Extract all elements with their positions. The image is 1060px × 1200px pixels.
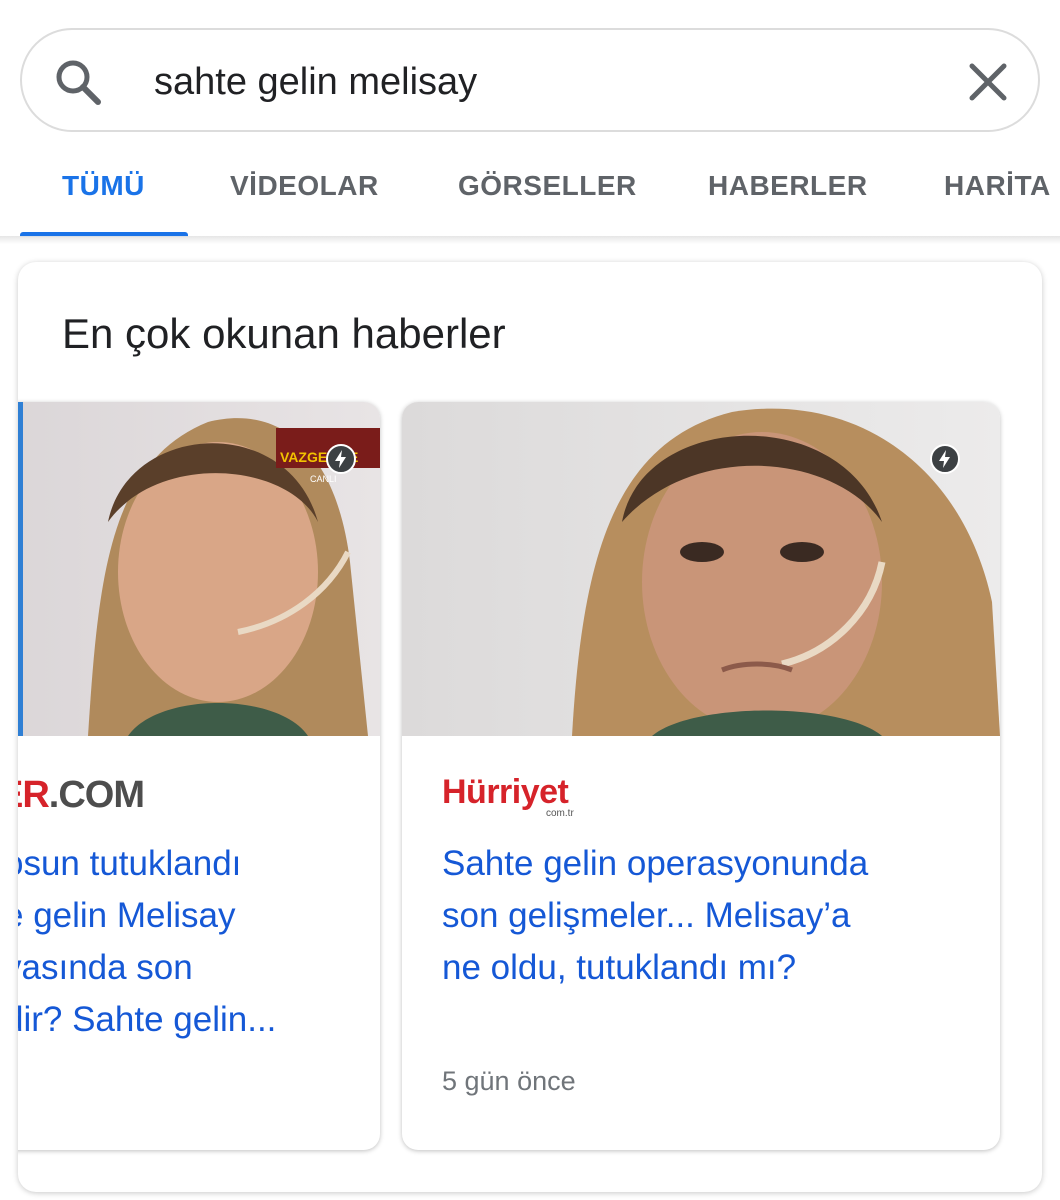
source-logo-domain: com.tr (546, 808, 574, 819)
source-logo-red: ER (18, 774, 50, 816)
search-bar[interactable]: sahte gelin melisay (20, 28, 1040, 132)
source-logo: ER.COM (18, 774, 145, 817)
search-icon[interactable] (52, 56, 104, 108)
tab-images[interactable]: GÖRSELLER (458, 170, 637, 202)
news-card[interactable]: Hürriyet com.tr Sahte gelin operasyonund… (402, 402, 1000, 1150)
image-overlay-text: CANLI (310, 474, 337, 484)
source-logo: Hürriyet com.tr (442, 773, 574, 819)
news-headline[interactable]: osun tutuklandı e gelin Melisay vasında … (18, 838, 364, 1046)
lightning-icon (930, 444, 960, 474)
headline-line: vasında son (18, 948, 193, 987)
search-input[interactable]: sahte gelin melisay (154, 54, 477, 110)
tabs-divider (0, 236, 1060, 244)
headline-line: osun tutuklandı (18, 844, 242, 883)
close-icon[interactable] (966, 60, 1010, 104)
source-logo-name: Hürriyet (442, 773, 569, 811)
publish-time: 5 gün önce (442, 1066, 576, 1096)
top-stories-card: En çok okunan haberler VAZGEÇME CANLI R.… (18, 262, 1042, 1192)
headline-line: ne oldu, tutuklandı mı? (442, 948, 797, 987)
tab-maps[interactable]: HARİTA (944, 170, 1051, 202)
news-card[interactable]: VAZGEÇME CANLI ER.COM osun tutuklandı e … (18, 402, 380, 1150)
tab-all[interactable]: TÜMÜ (62, 170, 145, 202)
tab-news[interactable]: HABERLER (708, 170, 868, 202)
search-tabs: TÜMÜ VİDEOLAR GÖRSELLER HABERLER HARİTA (0, 140, 1060, 237)
headline-line: dir? Sahte gelin... (18, 1000, 277, 1039)
news-headline[interactable]: Sahte gelin operasyonunda son gelişmeler… (442, 838, 962, 994)
lightning-icon (326, 444, 356, 474)
headline-line: son gelişmeler... Melisay’a (442, 896, 851, 935)
news-thumbnail[interactable] (402, 402, 1000, 736)
headline-line: e gelin Melisay (18, 896, 236, 935)
headline-line: Sahte gelin operasyonunda (442, 844, 869, 883)
section-title: En çok okunan haberler (62, 310, 506, 357)
source-logo-grey: .COM (48, 774, 145, 816)
news-thumbnail[interactable]: VAZGEÇME CANLI (18, 402, 380, 736)
tab-videos[interactable]: VİDEOLAR (230, 170, 379, 202)
